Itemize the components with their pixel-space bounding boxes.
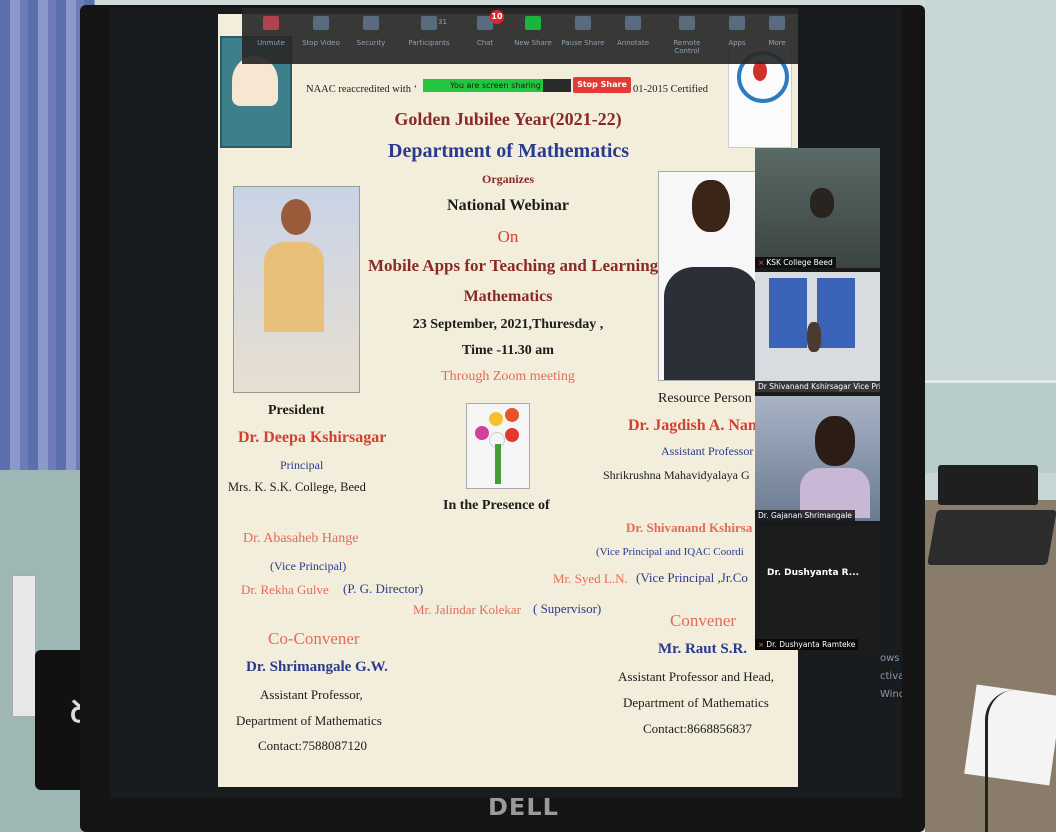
stop-share-button[interactable]: Stop Share bbox=[573, 77, 631, 93]
participant-name: ⨯ Dr. Dushyanta Ramteke bbox=[755, 639, 859, 650]
banner-right bbox=[817, 278, 855, 348]
shelf bbox=[925, 380, 1056, 473]
on-text: On bbox=[497, 227, 519, 246]
jubilee-title: Golden Jubilee Year(2021-22) bbox=[394, 109, 622, 129]
participant-name: ⨯ KSK College Beed bbox=[755, 257, 836, 268]
naac-text: NAAC reaccredited with ‘ bbox=[306, 84, 418, 95]
president-label: President bbox=[268, 403, 325, 418]
department-title: Department of Mathematics bbox=[388, 140, 630, 162]
participant-tile[interactable]: ⨯ KSK College Beed bbox=[755, 148, 880, 268]
pg-director-name: Dr. Rekha Gulve bbox=[241, 582, 329, 597]
resource-college: Shrikrushna Mahavidyalaya G bbox=[603, 468, 750, 482]
participant-video bbox=[807, 322, 821, 352]
event-time: Time -11.30 am bbox=[462, 343, 554, 358]
event-date: 23 September, 2021,Thuresday , bbox=[412, 317, 604, 332]
unmute-button[interactable]: Unmute bbox=[246, 16, 296, 47]
participant-name: Dr Shivanand Kshirsagar Vice Princi... bbox=[755, 381, 880, 392]
coconvener-dept: Department of Mathematics bbox=[236, 713, 382, 728]
vp1-role: (Vice Principal) bbox=[270, 559, 347, 573]
mouse-icon bbox=[679, 16, 695, 30]
organizes-text: Organizes bbox=[482, 172, 534, 186]
participants-button[interactable]: Participants 31 bbox=[404, 16, 454, 47]
iso-text: 01-2015 Certified bbox=[633, 84, 708, 95]
mic-muted-icon: ⨯ bbox=[758, 258, 765, 267]
mic-off-icon bbox=[263, 16, 279, 30]
participant-video bbox=[810, 188, 834, 218]
iqac-name: Dr. Shivanand Kshirsa bbox=[626, 520, 753, 535]
jr-college-name: Mr. Syed L.N. bbox=[553, 571, 628, 586]
supervisor-name: Mr. Jalindar Kolekar bbox=[413, 602, 521, 617]
participants-count: 31 bbox=[438, 18, 447, 26]
convener-dept: Department of Mathematics bbox=[623, 695, 769, 710]
presence-label: In the Presence of bbox=[443, 498, 550, 513]
president-role: Principal bbox=[280, 458, 324, 472]
participant-tile[interactable]: Dr Shivanand Kshirsagar Vice Princi... bbox=[755, 272, 880, 392]
stop-video-button[interactable]: Stop Video bbox=[296, 16, 346, 47]
convener-contact: Contact:8668856837 bbox=[643, 721, 753, 736]
more-icon bbox=[769, 16, 785, 30]
convener-label: Convener bbox=[670, 611, 737, 630]
windows-activation-watermark: ows ctivate Windows. bbox=[880, 653, 902, 700]
topic-line-1: Mobile Apps for Teaching and Learning bbox=[368, 256, 659, 275]
participant-name: Dr. Gajanan Shrimangale bbox=[755, 510, 855, 521]
meeting-medium: Through Zoom meeting bbox=[441, 369, 575, 384]
video-icon bbox=[313, 16, 329, 30]
shield-icon bbox=[363, 16, 379, 30]
participants-icon bbox=[421, 16, 437, 30]
participant-video bbox=[815, 416, 855, 466]
participant-display-name: Dr. Dushyanta R... bbox=[767, 568, 860, 578]
monitor-screen: NAAC reaccredited with ‘ 01-2015 Certifi… bbox=[110, 8, 902, 798]
cable bbox=[985, 690, 1018, 832]
vp1-name: Dr. Abasaheb Hange bbox=[243, 531, 359, 546]
webinar-text: National Webinar bbox=[447, 197, 569, 214]
security-button[interactable]: Security bbox=[346, 16, 396, 47]
iqac-role: (Vice Principal and IQAC Coordi bbox=[596, 546, 744, 558]
new-share-button[interactable]: New Share bbox=[508, 16, 558, 47]
jr-college-role: (Vice Principal ,Jr.Co bbox=[636, 570, 748, 585]
topic-line-2: Mathematics bbox=[463, 288, 553, 305]
president-name: Dr. Deepa Kshirsagar bbox=[238, 429, 387, 446]
resource-person-photo bbox=[658, 171, 765, 381]
banner-left bbox=[769, 278, 807, 348]
president-college: Mrs. K. S.K. College, Beed bbox=[228, 480, 366, 494]
flowers-image bbox=[466, 403, 530, 489]
remote-control-button[interactable]: Remote Control bbox=[662, 16, 712, 55]
participant-panel: ⨯ KSK College Beed Dr Shivanand Kshirsaga… bbox=[755, 148, 880, 650]
mic-muted-icon: ⨯ bbox=[758, 640, 765, 649]
zoom-toolbar: Unmute Stop Video Security Participants 3… bbox=[242, 8, 798, 64]
coconvener-contact: Contact:7588087120 bbox=[258, 738, 368, 753]
resource-label: Resource Person bbox=[658, 391, 752, 406]
resource-role: Assistant Professor bbox=[661, 444, 754, 458]
annotate-button[interactable]: Annotate bbox=[608, 16, 658, 47]
power-socket bbox=[12, 575, 36, 717]
share-icon bbox=[525, 16, 541, 30]
pause-share-button[interactable]: Pause Share bbox=[558, 16, 608, 47]
convener-name: Mr. Raut S.R. bbox=[658, 641, 748, 657]
participant-tile[interactable]: Dr. Gajanan Shrimangale bbox=[755, 396, 880, 521]
president-photo bbox=[233, 186, 360, 393]
more-button[interactable]: More bbox=[752, 16, 802, 47]
coconvener-label: Co-Convener bbox=[268, 629, 360, 648]
apps-icon bbox=[729, 16, 745, 30]
pause-icon bbox=[575, 16, 591, 30]
convener-role: Assistant Professor and Head, bbox=[618, 669, 774, 684]
pen-icon bbox=[625, 16, 641, 30]
keyboard bbox=[927, 510, 1056, 565]
coconvener-name: Dr. Shrimangale G.W. bbox=[246, 659, 388, 675]
webinar-poster: NAAC reaccredited with ‘ 01-2015 Certifi… bbox=[218, 14, 798, 787]
share-controls[interactable] bbox=[543, 79, 571, 92]
coconvener-role: Assistant Professor, bbox=[260, 687, 363, 702]
chat-button[interactable]: 10 Chat bbox=[460, 10, 510, 47]
supervisor-role: ( Supervisor) bbox=[533, 601, 602, 616]
resource-name: Dr. Jagdish A. Nanav bbox=[628, 417, 773, 434]
desk-device bbox=[938, 465, 1038, 505]
participant-tile[interactable]: Dr. Dushyanta R... ⨯ Dr. Dushyanta Ramtek… bbox=[755, 526, 880, 650]
pg-director-role: (P. G. Director) bbox=[343, 581, 424, 596]
chat-badge: 10 bbox=[490, 10, 504, 24]
